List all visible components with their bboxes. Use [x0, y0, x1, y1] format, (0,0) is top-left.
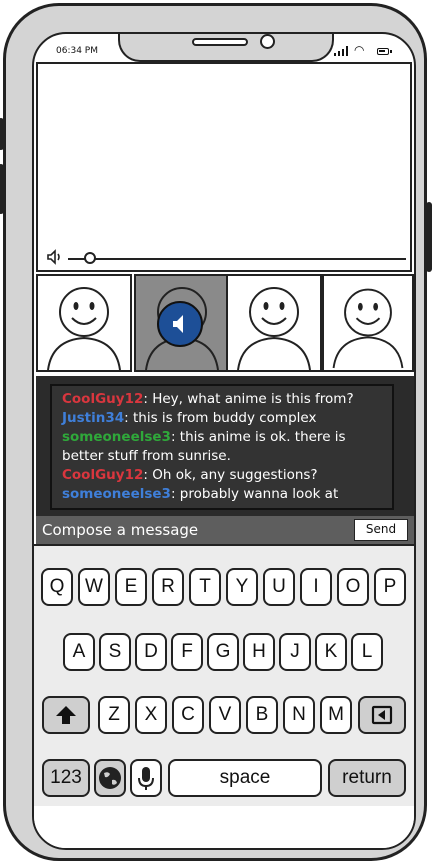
screen: 06:34 PM ◠ CoolGuy12: Hey, what anime is…	[32, 32, 416, 850]
key-t[interactable]: T	[189, 568, 221, 606]
space-key[interactable]: space	[168, 759, 322, 797]
video-player[interactable]	[36, 62, 412, 272]
key-e[interactable]: E	[115, 568, 147, 606]
power-button	[0, 118, 4, 150]
key-k[interactable]: K	[315, 633, 347, 671]
battery-icon	[377, 48, 392, 55]
progress-track[interactable]	[68, 258, 406, 260]
backspace-icon	[371, 705, 393, 725]
participant-tile[interactable]	[36, 274, 132, 372]
earpiece-icon	[192, 38, 248, 46]
notch	[118, 34, 334, 62]
chat-username: Justin34	[62, 410, 125, 426]
numbers-key[interactable]: 123	[42, 759, 90, 797]
microphone-icon	[138, 767, 154, 790]
key-g[interactable]: G	[207, 633, 239, 671]
volume-button	[0, 164, 4, 214]
participant-tile[interactable]	[226, 274, 322, 372]
participant-tile-speaking[interactable]	[134, 274, 230, 372]
status-time: 06:34 PM	[56, 46, 98, 56]
wifi-icon: ◠	[354, 43, 365, 57]
chat-panel: CoolGuy12: Hey, what anime is this from?…	[36, 376, 414, 516]
send-button[interactable]: Send	[354, 519, 408, 541]
key-r[interactable]: R	[152, 568, 184, 606]
key-c[interactable]: C	[172, 696, 204, 734]
participant-tiles	[36, 274, 414, 374]
avatar-icon	[332, 288, 404, 369]
home-indicator-area	[34, 806, 414, 848]
globe-icon	[99, 767, 121, 789]
compose-input[interactable]	[40, 519, 344, 541]
key-p[interactable]: P	[374, 568, 406, 606]
avatar-icon	[237, 287, 311, 370]
key-z[interactable]: Z	[98, 696, 130, 734]
key-f[interactable]: F	[171, 633, 203, 671]
speaking-indicator	[157, 301, 203, 347]
chat-username: CoolGuy12	[62, 467, 144, 483]
key-n[interactable]: N	[283, 696, 315, 734]
shift-key[interactable]	[42, 696, 90, 734]
microphone-key[interactable]	[130, 759, 162, 797]
key-j[interactable]: J	[279, 633, 311, 671]
status-bar: 06:34 PM ◠	[34, 34, 414, 64]
key-u[interactable]: U	[263, 568, 295, 606]
speaker-icon	[173, 315, 183, 333]
chat-text: : Oh ok, any suggestions?	[143, 467, 318, 483]
progress-handle[interactable]	[84, 252, 96, 264]
key-h[interactable]: H	[243, 633, 275, 671]
key-s[interactable]: S	[99, 633, 131, 671]
shift-arrow-icon	[56, 706, 76, 724]
speaker-icon[interactable]	[46, 248, 64, 266]
key-q[interactable]: Q	[41, 568, 73, 606]
key-m[interactable]: M	[320, 696, 352, 734]
front-camera-icon	[260, 34, 275, 49]
chat-message: someoneelse3: probably wanna look at	[62, 485, 382, 504]
key-x[interactable]: X	[135, 696, 167, 734]
key-w[interactable]: W	[78, 568, 110, 606]
chat-text: : Hey, what anime is this from?	[143, 391, 354, 407]
chat-username: someoneelse3	[62, 486, 171, 502]
key-b[interactable]: B	[246, 696, 278, 734]
chat-log[interactable]: CoolGuy12: Hey, what anime is this from?…	[50, 384, 394, 510]
signal-icon	[334, 46, 350, 56]
key-i[interactable]: I	[300, 568, 332, 606]
volume-button	[426, 202, 432, 272]
key-l[interactable]: L	[351, 633, 383, 671]
key-a[interactable]: A	[63, 633, 95, 671]
avatar-icon	[47, 287, 121, 370]
chat-message: CoolGuy12: Hey, what anime is this from?	[62, 390, 382, 409]
participant-tile[interactable]	[322, 274, 414, 372]
key-d[interactable]: D	[135, 633, 167, 671]
key-y[interactable]: Y	[226, 568, 258, 606]
chat-username: someoneelse3	[62, 429, 171, 445]
chat-username: CoolGuy12	[62, 391, 144, 407]
return-key[interactable]: return	[328, 759, 406, 797]
globe-key[interactable]	[94, 759, 126, 797]
chat-text: : this is from buddy complex	[124, 410, 317, 426]
chat-message: Justin34: this is from buddy complex	[62, 409, 382, 428]
chat-message: CoolGuy12: Oh ok, any suggestions?	[62, 466, 382, 485]
compose-bar: Send	[36, 516, 414, 544]
key-v[interactable]: V	[209, 696, 241, 734]
phone-frame: 06:34 PM ◠ CoolGuy12: Hey, what anime is…	[0, 3, 432, 861]
chat-text: : probably wanna look at	[170, 486, 339, 502]
backspace-key[interactable]	[358, 696, 406, 734]
chat-message: someoneelse3: this anime is ok. there is…	[62, 428, 382, 466]
keyboard: Q W E R T Y U I O P A S D F G H J K L Z …	[34, 544, 414, 806]
key-o[interactable]: O	[337, 568, 369, 606]
